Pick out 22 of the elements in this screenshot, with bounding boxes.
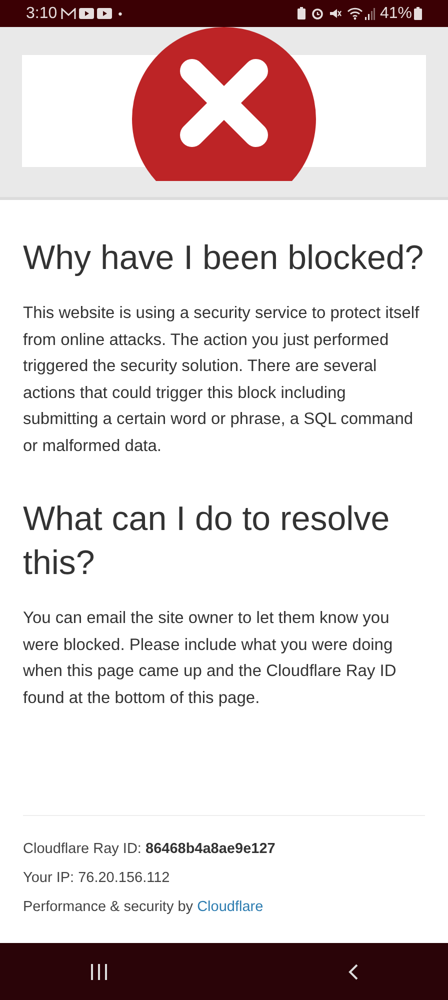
notification-dot: • [118, 6, 122, 22]
battery-percent: 41% [380, 4, 412, 24]
video-icon [97, 8, 112, 19]
signal-icon [364, 8, 375, 20]
battery-saver-icon [296, 7, 306, 20]
section-paragraph: You can email the site owner to let them know you were blocked. Please include what you were doing when this page came up and the Cloudflare Ray ID found at the bottom of this page. [23, 608, 398, 708]
section-paragraph: This website is using a security service to protect itself from online attacks. The action you just performed triggered the security solution. There are several actions that could trigger this block including submitting a certain word or phrase, a SQL command or malformed data. [23, 303, 420, 456]
section-heading: Why have I been blocked? [23, 238, 425, 279]
credit-text: Performance & security by Cloudflare [23, 898, 264, 917]
section-heading: What can I do to resolve this? [23, 499, 391, 584]
mute-icon [328, 7, 342, 20]
alarm-icon [310, 7, 324, 20]
recent-apps-icon[interactable] [90, 964, 108, 980]
back-icon[interactable] [348, 964, 358, 980]
ip-address-text: Your IP: 76.20.156.112 [23, 869, 171, 888]
ray-id-text: Cloudflare Ray ID: 86468b4a8ae9e127 [23, 840, 276, 859]
cloudflare-link[interactable]: Cloudflare [197, 899, 264, 915]
wifi-icon [346, 7, 363, 20]
battery-icon [414, 7, 422, 20]
clock: 3:10 [26, 4, 58, 24]
mail-icon [61, 8, 76, 20]
video-icon [79, 8, 94, 19]
